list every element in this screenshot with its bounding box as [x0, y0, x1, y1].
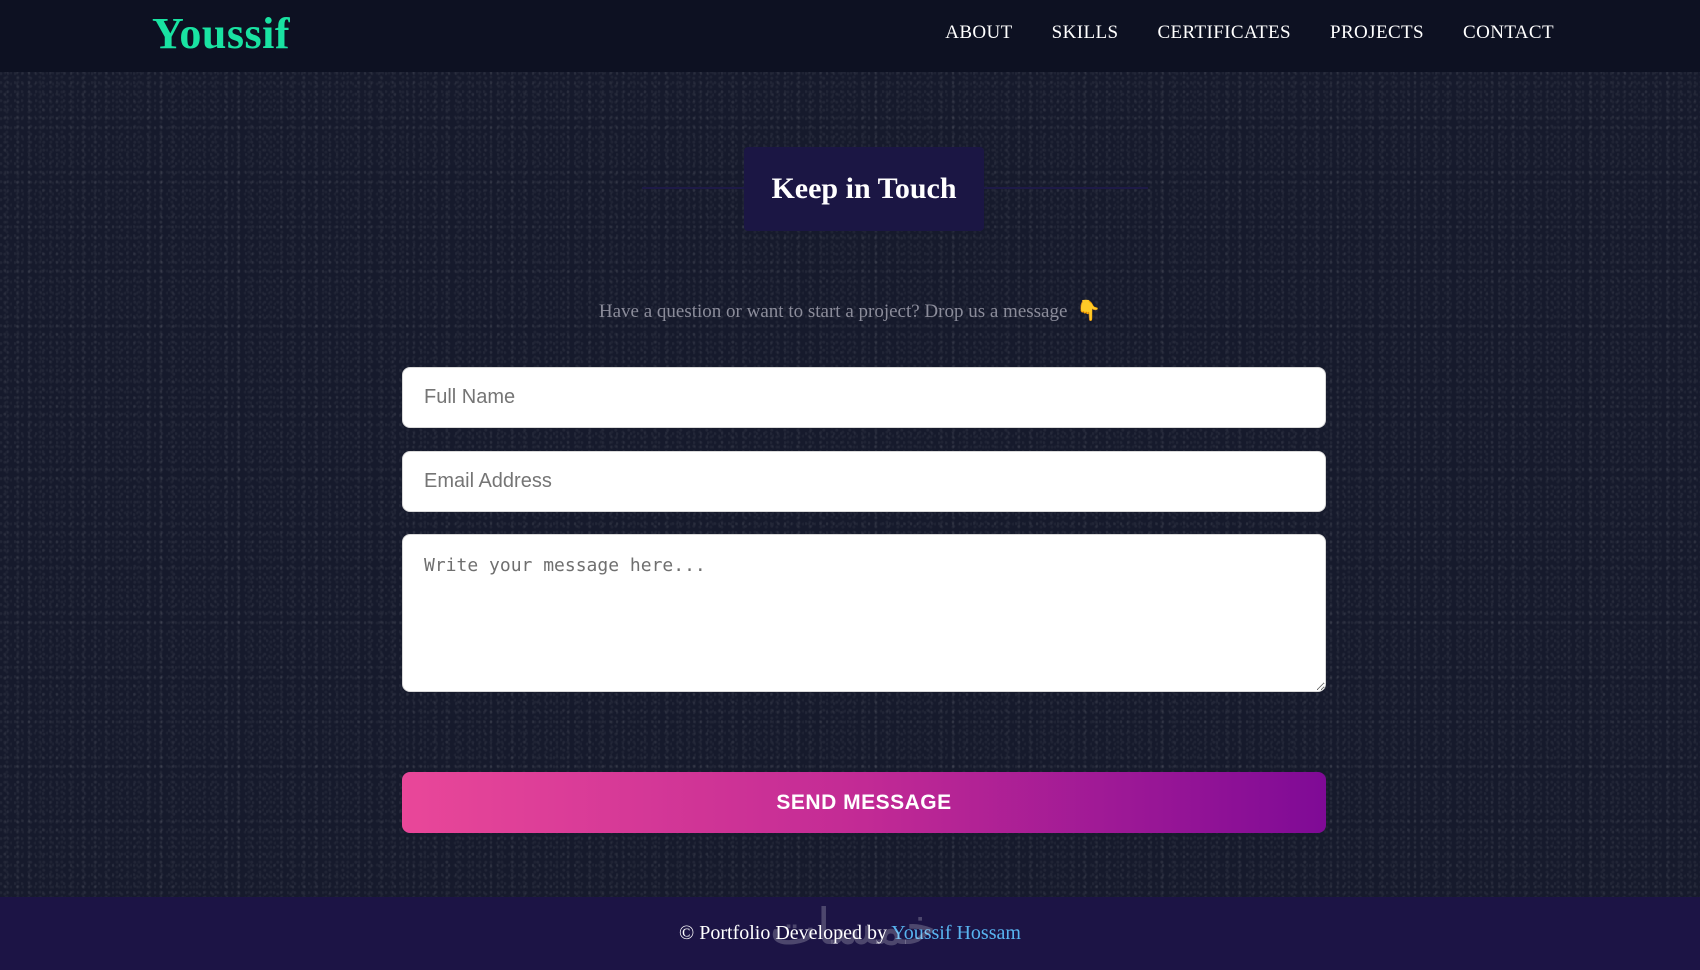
section-title-box: Keep in Touch — [744, 147, 984, 231]
nav-about[interactable]: ABOUT — [945, 22, 1012, 44]
subtitle-text: Have a question or want to start a proje… — [598, 301, 1068, 322]
title-divider-left — [642, 187, 746, 189]
top-navbar: Youssif ABOUT SKILLS CERTIFICATES PROJEC… — [0, 0, 1700, 72]
nav-skills[interactable]: SKILLS — [1052, 22, 1119, 44]
message-textarea[interactable] — [402, 534, 1326, 692]
nav-projects[interactable]: PROJECTS — [1330, 22, 1424, 44]
footer-credit: © Portfolio Developed by Youssif Hossam — [679, 922, 1021, 945]
full-name-input[interactable] — [402, 367, 1326, 428]
nav-contact[interactable]: CONTACT — [1463, 22, 1554, 44]
pointing-down-hand-icon: 👇 — [1076, 300, 1102, 322]
author-link[interactable]: Youssif Hossam — [891, 922, 1021, 944]
section-title: Keep in Touch — [771, 172, 957, 205]
page-footer: © Portfolio Developed by Youssif Hossam — [0, 897, 1700, 970]
send-message-button[interactable]: SEND MESSAGE — [402, 772, 1326, 833]
title-divider-right — [984, 187, 1148, 189]
main-nav: ABOUT SKILLS CERTIFICATES PROJECTS CONTA… — [906, 22, 1554, 44]
brand-logo[interactable]: Youssif — [152, 8, 290, 59]
footer-prefix: © Portfolio Developed by — [679, 922, 887, 944]
nav-certificates[interactable]: CERTIFICATES — [1157, 22, 1291, 44]
email-input[interactable] — [402, 451, 1326, 512]
section-subtitle: Have a question or want to start a proje… — [0, 298, 1700, 323]
